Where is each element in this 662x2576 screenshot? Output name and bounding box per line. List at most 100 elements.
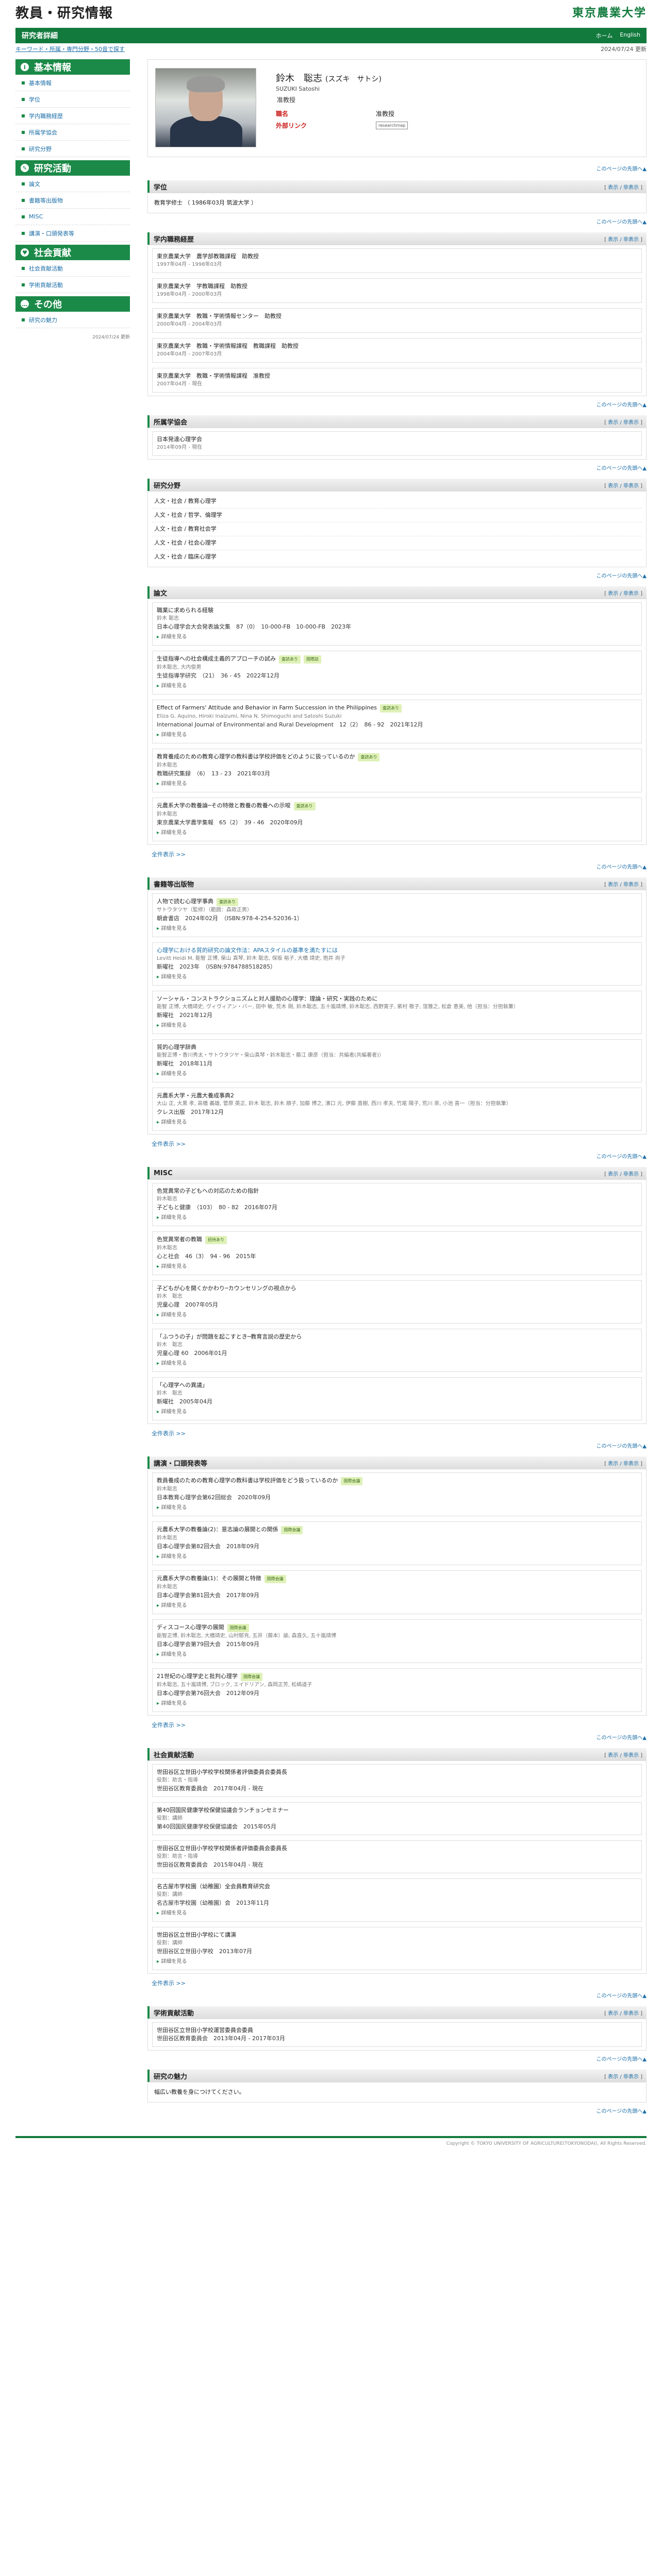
show-toggle[interactable]: 表示 [608,420,618,426]
show-toggle[interactable]: 表示 [608,882,618,888]
show-toggle[interactable]: 表示 [608,237,618,243]
detail-link[interactable]: ▸ 詳細を見る [157,1602,637,1610]
detail-link[interactable]: ▸ 詳細を見る [157,1651,637,1659]
detail-link-label: 詳細を見る [161,1910,187,1916]
page-top-link[interactable]: このページの先頭へ▲ [147,571,647,579]
detail-link[interactable]: ▸ 詳細を見る [157,1311,637,1319]
hide-toggle[interactable]: 非表示 [623,2011,639,2016]
detail-link[interactable]: ▸ 詳細を見る [157,1214,637,1222]
show-toggle[interactable]: 表示 [608,1461,618,1467]
page-top-link[interactable]: このページの先頭へ▲ [147,400,647,408]
hide-toggle[interactable]: 非表示 [623,591,639,597]
sidebar-item[interactable]: 書籍等出版物 [15,192,130,209]
page-top-link[interactable]: このページの先頭へ▲ [147,2107,647,2114]
item-meta: 児童心理 60 2006年01月 [157,1350,227,1357]
page-top-link[interactable]: このページの先頭へ▲ [147,164,647,172]
show-toggle[interactable]: 表示 [608,1172,618,1177]
detail-link[interactable]: ▸ 詳細を見る [157,1360,637,1368]
show-toggle[interactable]: 表示 [608,483,618,489]
hide-toggle[interactable]: 非表示 [623,483,639,489]
detail-link[interactable]: ▸ 詳細を見る [157,682,637,690]
view-all-link[interactable]: 全件表示 >> [152,1721,647,1729]
detail-link[interactable]: ▸ 詳細を見る [157,1700,637,1708]
item-title: 第40回国民健康学校保健協議会ランチョンセミナー [157,1806,637,1815]
view-all-link[interactable]: 全件表示 >> [152,850,647,858]
show-toggle[interactable]: 表示 [608,2074,618,2080]
sidebar-item[interactable]: 学術貢献活動 [15,277,130,293]
researcher-name: 鈴木 聡志 (スズキ サトシ) [276,71,639,84]
sidebar-item[interactable]: 学内職務経歴 [15,108,130,124]
item-title-text: 心理学における質的研究の論文作法：APAスタイルの基準を満たすには [157,947,338,954]
page-top-link[interactable]: このページの先頭へ▲ [147,1991,647,1999]
item-date: 2000年04月 - 2004年03月 [157,321,222,327]
page-top-link[interactable]: このページの先頭へ▲ [147,217,647,225]
english-link[interactable]: English [620,31,640,40]
list-item: 東京農業大学 教職・学術情報センター 助教授 2000年04月 - 2004年03… [152,308,642,333]
detail-link[interactable]: ▸ 詳細を見る [157,1070,637,1078]
page-top-link[interactable]: このページの先頭へ▲ [147,1733,647,1741]
hide-toggle[interactable]: 非表示 [623,882,639,888]
show-toggle[interactable]: 表示 [608,591,618,597]
hide-toggle[interactable]: 非表示 [623,420,639,426]
list-item: 色覚異常の子どもへの対応のための指針 鈴木聡志 子どもと健康 （103） 80 - … [152,1183,642,1226]
researchmap-badge[interactable]: researchmap [376,122,408,129]
page-top-link[interactable]: このページの先頭へ▲ [147,1442,647,1449]
list-item: 世田谷区立世田小学校運営委員会委員 世田谷区教育委員会 2013年04月 - 20… [152,2022,642,2047]
detail-link[interactable]: ▸ 詳細を見る [157,829,637,837]
item-authors: Levitt Heidi M, 能智 正博, 柴山 真琴, 鈴木 聡志, 保坂 … [157,956,345,961]
sidebar-item[interactable]: 基本情報 [15,75,130,91]
show-toggle[interactable]: 表示 [608,185,618,191]
show-toggle[interactable]: 表示 [608,2011,618,2016]
detail-link[interactable]: ▸ 詳細を見る [157,780,637,788]
detail-link[interactable]: ▸ 詳細を見る [157,1553,637,1561]
detail-link[interactable]: ▸ 詳細を見る [157,1504,637,1512]
sidebar-item[interactable]: 研究の魅力 [15,312,130,328]
hide-toggle[interactable]: 非表示 [623,1172,639,1177]
item-title-text: 世田谷区立世田小学校学校関係者評価委員会委員長 [157,1769,287,1775]
show-toggle[interactable]: 表示 [608,1753,618,1758]
detail-link[interactable]: ▸ 詳細を見る [157,925,637,933]
page-top-link[interactable]: このページの先頭へ▲ [147,464,647,471]
sidebar-group: … その他 研究の魅力 [15,296,130,328]
hide-toggle[interactable]: 非表示 [623,237,639,243]
list-item: 元農系大学の教養論(2)：意志論の展開との関係 国際会議 鈴木聡志 日本心理学会第82… [152,1521,642,1565]
view-all-link[interactable]: 全件表示 >> [152,1140,647,1148]
hide-toggle[interactable]: 非表示 [623,1461,639,1467]
sidebar-item[interactable]: 社会貢献活動 [15,260,130,277]
sidebar-item[interactable]: 研究分野 [15,141,130,157]
sidebar-item[interactable]: MISC [15,209,130,225]
item-authors: 能智 正博, 大橋靖史, ヴィヴィアン・バー, 田中 敏, 荒木 剛, 鈴木聡志… [157,1004,519,1010]
hide-toggle[interactable]: 非表示 [623,1753,639,1758]
view-all-link[interactable]: 全件表示 >> [152,1979,647,1987]
hide-toggle[interactable]: 非表示 [623,2074,639,2080]
detail-link[interactable]: ▸ 詳細を見る [157,731,637,739]
detail-link-label: 詳細を見る [161,1603,187,1608]
item-meta: 新曜社 2018年11月 [157,1060,212,1067]
detail-link[interactable]: ▸ 詳細を見る [157,1958,637,1966]
detail-link[interactable]: ▸ 詳細を見る [157,973,637,981]
item-title[interactable]: 心理学における質的研究の論文作法：APAスタイルの基準を満たすには [157,946,637,955]
detail-link[interactable]: ▸ 詳細を見る [157,1263,637,1271]
item-title: 元農系大学の教養論─その特徴と教養の教養への示唆 査読あり [157,802,637,810]
section-body: 教育学修士 （ 1986年03月 筑波大学 ） [147,193,647,213]
sidebar-item[interactable]: 学位 [15,91,130,108]
page-top-link[interactable]: このページの先頭へ▲ [147,2055,647,2062]
detail-link[interactable]: ▸ 詳細を見る [157,1909,637,1918]
detail-link[interactable]: ▸ 詳細を見る [157,1022,637,1030]
item-title-text: 「心理学への異議」 [157,1382,208,1388]
university-logo[interactable]: 東京農業大学 [572,4,647,20]
page-top-link[interactable]: このページの先頭へ▲ [147,862,647,870]
sidebar-item[interactable]: 所属学協会 [15,124,130,141]
sidebar-item[interactable]: 講演・口頭発表等 [15,225,130,242]
home-link[interactable]: ホーム [596,31,613,40]
hide-toggle[interactable]: 非表示 [623,185,639,191]
detail-link[interactable]: ▸ 詳細を見る [157,1118,637,1127]
section-charm: 研究の魅力 [ 表示 / 非表示 ] 幅広い教養を身につけてください。 このページの先… [147,2070,647,2114]
breadcrumb[interactable]: キーワード・所属・専門分野・50音で探す [15,45,125,53]
item-title-text: 日本発達心理学会 [157,436,202,443]
detail-link[interactable]: ▸ 詳細を見る [157,1408,637,1416]
view-all-link[interactable]: 全件表示 >> [152,1429,647,1437]
page-top-link[interactable]: このページの先頭へ▲ [147,1152,647,1160]
detail-link[interactable]: ▸ 詳細を見る [157,633,637,641]
sidebar-item[interactable]: 論文 [15,176,130,192]
